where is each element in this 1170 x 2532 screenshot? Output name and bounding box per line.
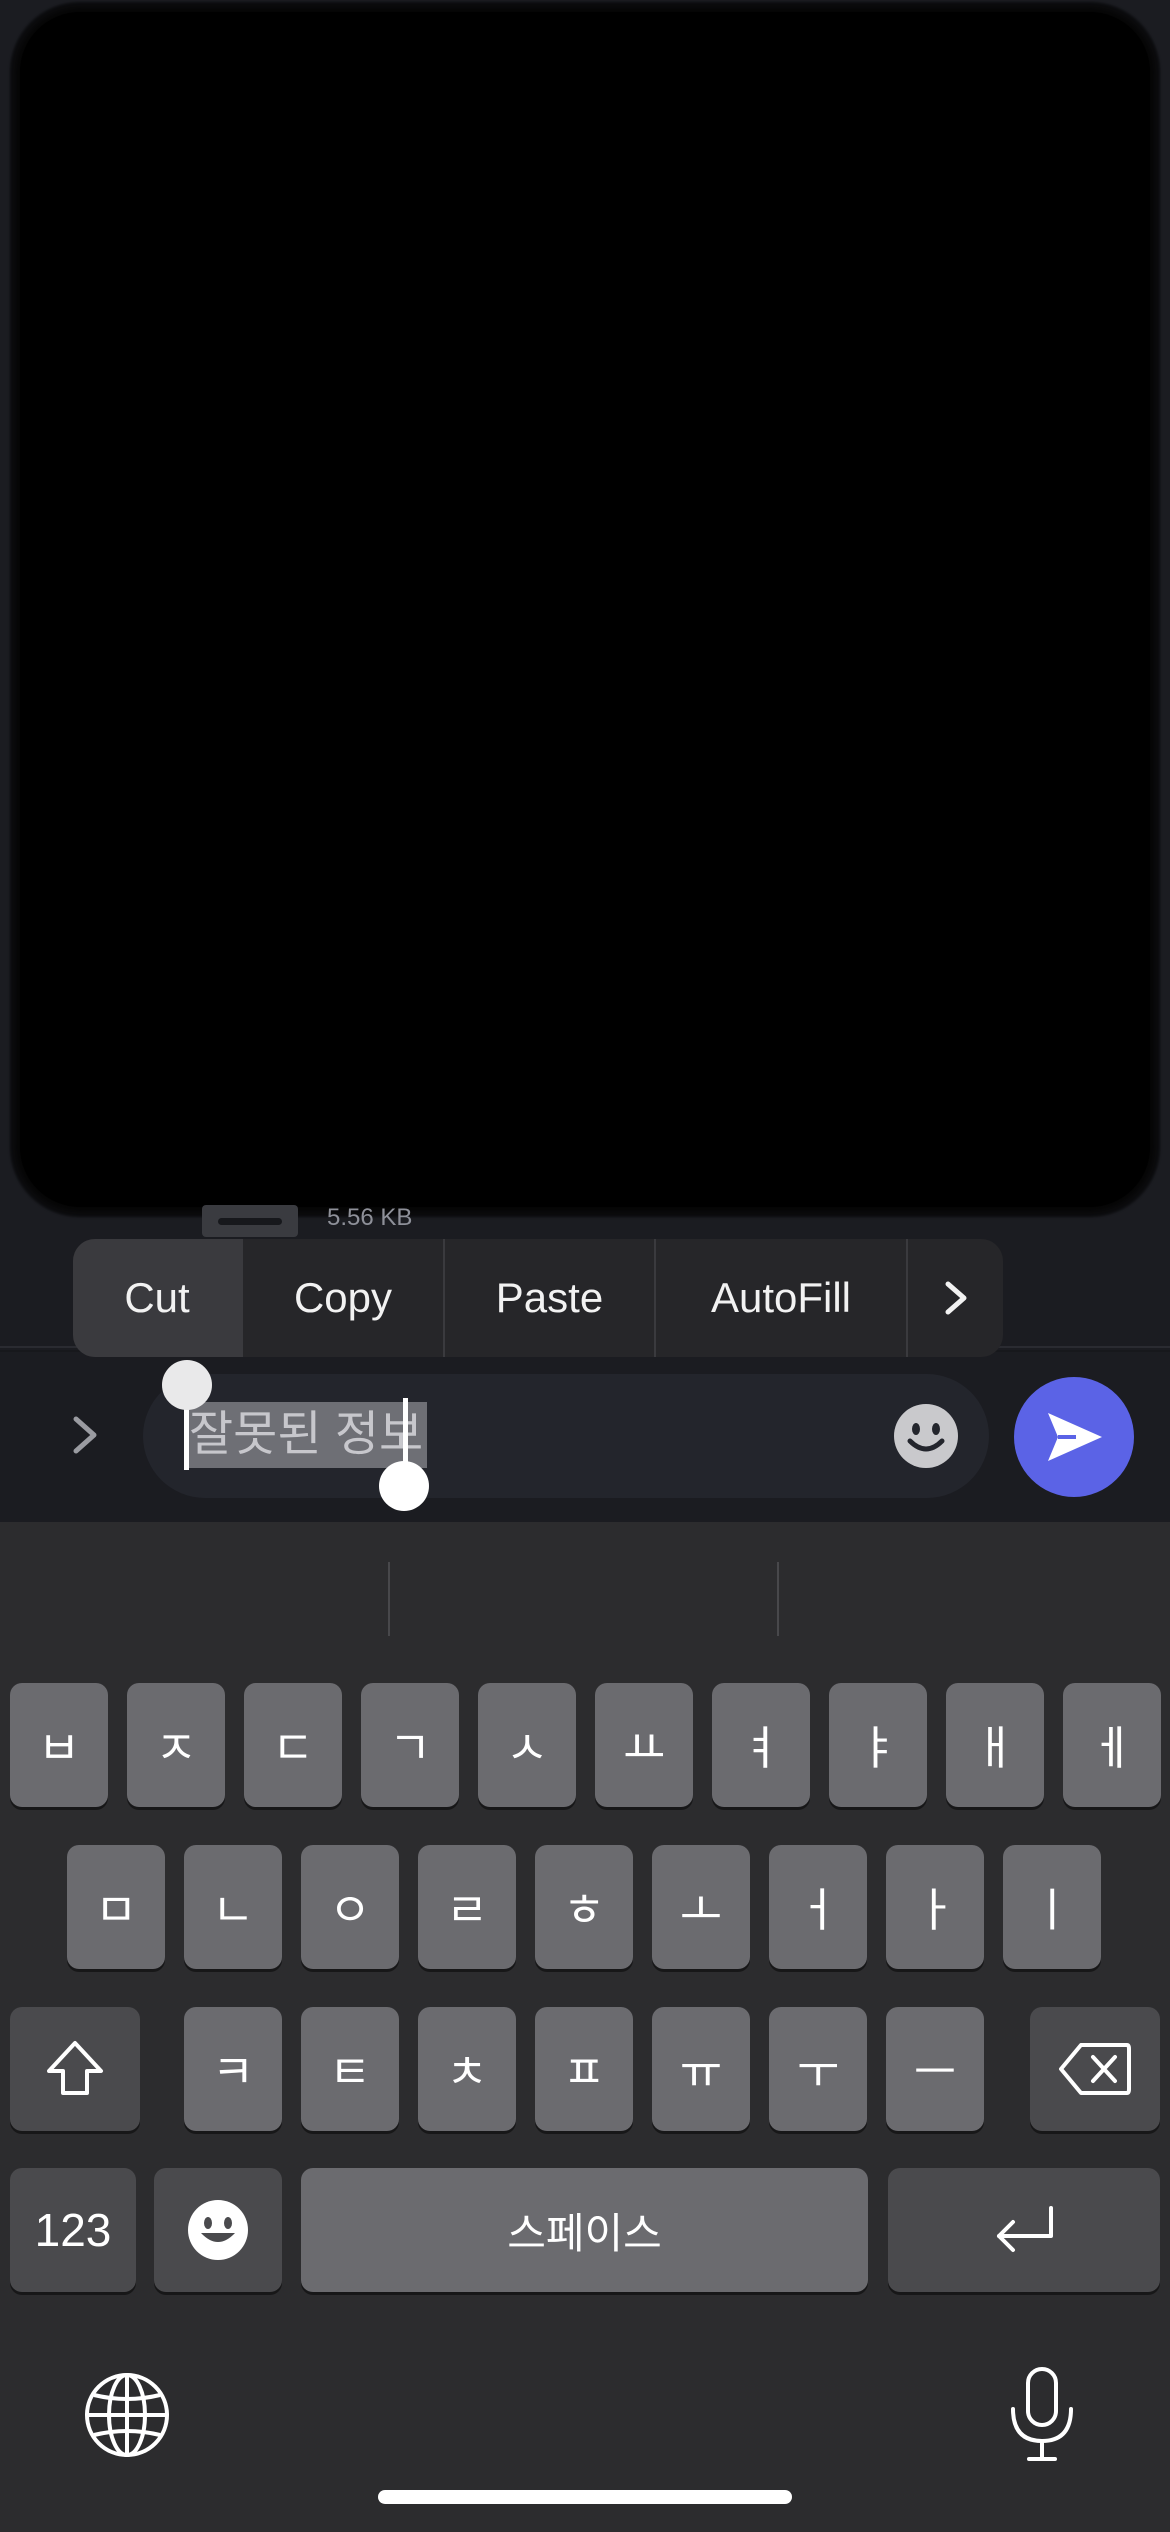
key-ㄷ[interactable]: ㄷ (244, 1683, 342, 1807)
home-indicator (378, 2490, 792, 2504)
expand-button[interactable] (55, 1400, 115, 1470)
key-ㅁ[interactable]: ㅁ (67, 1845, 165, 1969)
emoji-key[interactable] (154, 2168, 282, 2292)
file-size-label: 5.56 KB (327, 1204, 413, 1231)
key-ㅗ[interactable]: ㅗ (652, 1845, 750, 1969)
key-ㅓ[interactable]: ㅓ (769, 1845, 867, 1969)
key-ㅍ[interactable]: ㅍ (535, 2007, 633, 2131)
key-ㅐ[interactable]: ㅐ (946, 1683, 1044, 1807)
key-ㄹ[interactable]: ㄹ (418, 1845, 516, 1969)
key-ㅅ[interactable]: ㅅ (478, 1683, 576, 1807)
backspace-key[interactable] (1030, 2007, 1160, 2131)
key-ㅈ[interactable]: ㅈ (127, 1683, 225, 1807)
copy-menu-item[interactable]: Copy (243, 1239, 445, 1357)
sticker-button[interactable] (893, 1403, 959, 1469)
key-ㅋ[interactable]: ㅋ (184, 2007, 282, 2131)
key-ㅣ[interactable]: ㅣ (1003, 1845, 1101, 1969)
shift-key[interactable] (10, 2007, 140, 2131)
smiley-icon (894, 1404, 958, 1468)
key-ㅕ[interactable]: ㅕ (712, 1683, 810, 1807)
chevron-right-icon (73, 1416, 97, 1454)
selected-text[interactable]: 잘못된 정보 (185, 1402, 428, 1468)
chevron-right-icon (945, 1281, 966, 1315)
return-icon (997, 2206, 1053, 2252)
cut-menu-item[interactable]: Cut (73, 1239, 243, 1357)
key-ㅎ[interactable]: ㅎ (535, 1845, 633, 1969)
key-ㅇ[interactable]: ㅇ (301, 1845, 399, 1969)
key-ㅊ[interactable]: ㅊ (418, 2007, 516, 2131)
key-ㅔ[interactable]: ㅔ (1063, 1683, 1161, 1807)
send-button[interactable] (1014, 1377, 1134, 1497)
key-ㅜ[interactable]: ㅜ (769, 2007, 867, 2131)
key-ㄱ[interactable]: ㄱ (361, 1683, 459, 1807)
more-menu-item[interactable] (908, 1239, 1003, 1357)
return-key[interactable] (888, 2168, 1160, 2292)
backspace-icon (1059, 2043, 1131, 2095)
key-ㅑ[interactable]: ㅑ (829, 1683, 927, 1807)
numbers-key[interactable]: 123 (10, 2168, 136, 2292)
key-ㄴ[interactable]: ㄴ (184, 1845, 282, 1969)
send-icon (1048, 1413, 1102, 1461)
autofill-menu-item[interactable]: AutoFill (656, 1239, 908, 1357)
globe-icon[interactable] (82, 2370, 172, 2460)
media-grabber[interactable] (202, 1205, 298, 1237)
selection-end-handle[interactable] (379, 1461, 429, 1511)
edit-menu: Cut Copy Paste AutoFill (73, 1239, 1003, 1357)
microphone-icon[interactable] (1003, 2365, 1081, 2465)
key-ㅡ[interactable]: ㅡ (886, 2007, 984, 2131)
selection-start-handle[interactable] (162, 1360, 212, 1410)
key-ㅠ[interactable]: ㅠ (652, 2007, 750, 2131)
key-ㅂ[interactable]: ㅂ (10, 1683, 108, 1807)
shift-icon (47, 2041, 103, 2095)
key-ㅏ[interactable]: ㅏ (886, 1845, 984, 1969)
suggestion-divider (388, 1562, 390, 1636)
media-preview[interactable] (20, 12, 1150, 1207)
emoji-icon (188, 2200, 248, 2260)
suggestion-divider (777, 1562, 779, 1636)
selection-end-bar (403, 1398, 408, 1470)
paste-menu-item[interactable]: Paste (445, 1239, 656, 1357)
key-ㅌ[interactable]: ㅌ (301, 2007, 399, 2131)
key-ㅛ[interactable]: ㅛ (595, 1683, 693, 1807)
space-key[interactable]: 스페이스 (301, 2168, 868, 2292)
